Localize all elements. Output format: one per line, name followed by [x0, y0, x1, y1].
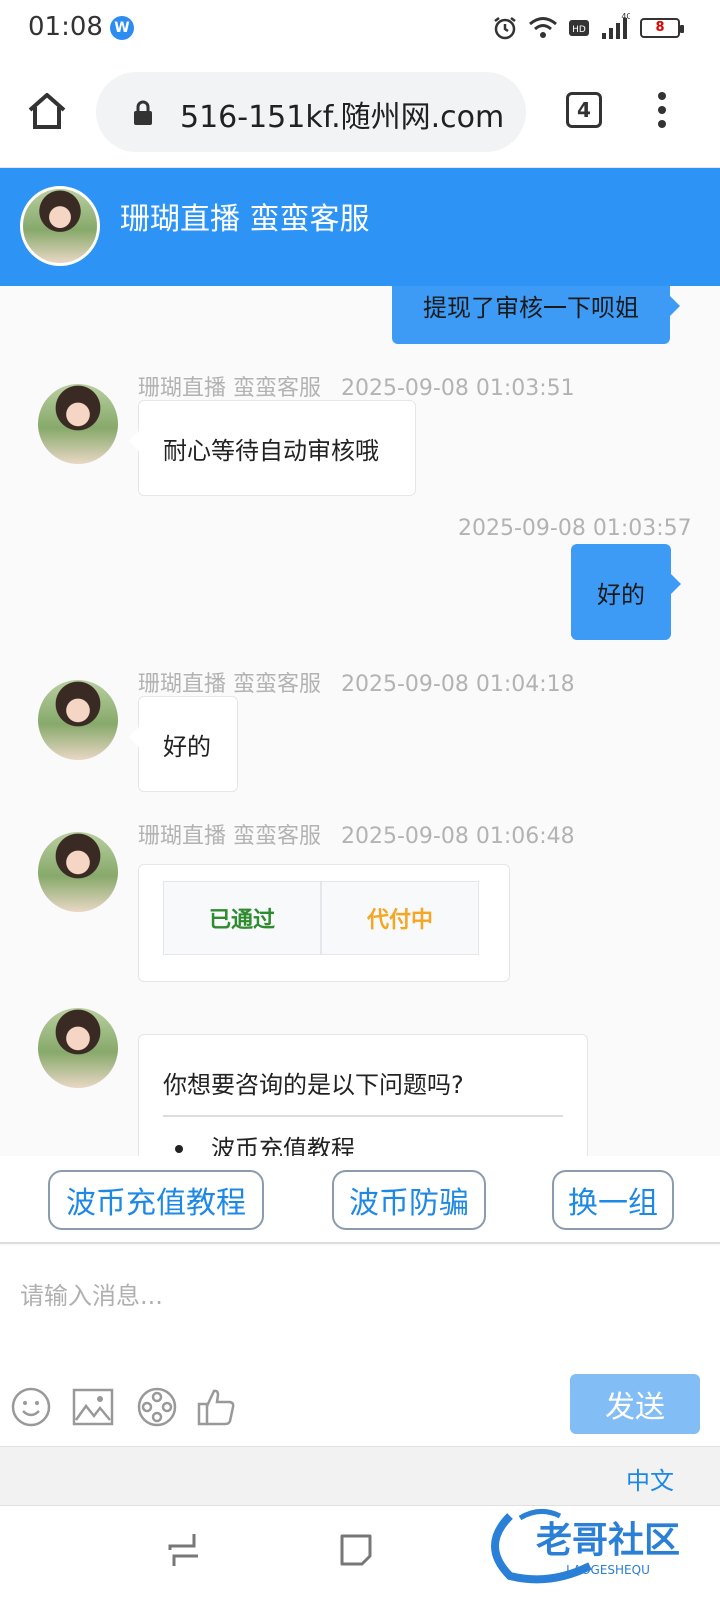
emoji-icon[interactable]: [10, 1386, 52, 1428]
sender-name: 珊瑚直播 蛮蛮客服: [138, 672, 321, 697]
status-image-message[interactable]: 已通过 代付中: [138, 864, 510, 982]
alarm-icon: [494, 17, 516, 40]
message-input[interactable]: [0, 1246, 720, 1346]
composer: 发送: [0, 1246, 720, 1446]
message-text: 耐心等待自动审核哦: [163, 436, 379, 465]
network-type: 4G: [621, 13, 630, 21]
status-bar: 01:08 W HD 4G 8: [0, 0, 720, 56]
quick-reply-bar: 波币充值教程 波币防骗 换一组: [0, 1156, 720, 1244]
incoming-message: 好的: [129, 696, 238, 792]
agent-avatar: [38, 1008, 118, 1088]
sender-name: 珊瑚直播 蛮蛮客服: [138, 824, 321, 849]
message-meta: 珊瑚直播 蛮蛮客服 2025-09-08 01:06:48: [138, 818, 575, 850]
quick-reply-change-group[interactable]: 换一组: [552, 1170, 674, 1230]
browser-toolbar: 516-151kf.随州网.com 4: [0, 56, 720, 168]
status-time: 01:08: [28, 12, 103, 42]
overview-icon[interactable]: [336, 1530, 376, 1570]
wifi-icon: [529, 17, 557, 38]
chat-title: 珊瑚直播 蛮蛮客服: [120, 202, 370, 237]
tabs-icon[interactable]: 4: [566, 92, 602, 128]
message-time: 2025-09-08 01:06:48: [341, 824, 575, 849]
chat-header: 珊瑚直播 蛮蛮客服: [0, 168, 720, 286]
url-text: 516-151kf.随州网.com: [180, 100, 505, 135]
svg-text:HD: HD: [572, 25, 586, 35]
message-time: 2025-09-08 01:03:57: [458, 516, 692, 541]
home-icon[interactable]: [26, 90, 68, 132]
image-icon[interactable]: [72, 1386, 114, 1428]
quick-reply-recharge-tutorial[interactable]: 波币充值教程: [48, 1170, 264, 1230]
message-meta: 珊瑚直播 蛮蛮客服 2025-09-08 01:04:18: [138, 666, 575, 698]
battery-icon: 8: [640, 18, 684, 38]
language-bar: 中文: [0, 1446, 720, 1506]
address-bar[interactable]: 516-151kf.随州网.com: [96, 72, 526, 152]
status-table: 已通过 代付中: [163, 881, 479, 955]
incoming-message: 耐心等待自动审核哦: [129, 400, 416, 496]
agent-avatar: [38, 680, 118, 760]
faq-item-link[interactable]: 波币充值教程: [211, 1129, 355, 1156]
message-list[interactable]: 提现了审核一下呗姐 珊瑚直播 蛮蛮客服 2025-09-08 01:03:51 耐…: [0, 286, 720, 1156]
app-root: 01:08 W HD 4G 8 516-151kf.随州网.com 4 珊瑚直播…: [0, 0, 720, 1600]
quick-reply-anti-fraud[interactable]: 波币防骗: [332, 1170, 486, 1230]
status-approved: 已通过: [208, 908, 275, 933]
faq-divider: [163, 1115, 563, 1117]
message-meta: 珊瑚直播 蛮蛮客服 2025-09-08 01:03:51: [138, 370, 575, 402]
message-text: 好的: [163, 732, 211, 761]
agent-avatar: [38, 384, 118, 464]
status-icons: HD 4G 8: [492, 10, 684, 46]
faq-message: 你想要咨询的是以下问题吗? 波币充值教程: [138, 1034, 588, 1156]
more-icon[interactable]: [650, 90, 674, 130]
outgoing-message: 好的: [571, 544, 681, 640]
app-notification-icon: W: [110, 16, 134, 40]
video-icon[interactable]: [136, 1386, 178, 1428]
message-time: 2025-09-08 01:04:18: [341, 672, 575, 697]
message-text: 提现了审核一下呗姐: [423, 293, 639, 322]
thumbs-up-icon[interactable]: [196, 1386, 238, 1428]
send-button[interactable]: 发送: [570, 1374, 700, 1434]
agent-avatar: [38, 832, 118, 912]
language-switch[interactable]: 中文: [626, 1461, 674, 1496]
agent-avatar: [20, 186, 100, 266]
message-text: 好的: [597, 580, 645, 609]
status-pending: 代付中: [320, 882, 478, 954]
recents-icon[interactable]: [164, 1530, 204, 1570]
hd-icon: HD: [569, 20, 589, 36]
watermark-text: 老哥社区: [536, 1520, 680, 1561]
system-nav-bar: 老哥社区 LAOGESHEQU: [0, 1506, 720, 1600]
faq-bullet: [175, 1145, 183, 1153]
faq-title: 你想要咨询的是以下问题吗?: [163, 1071, 464, 1099]
signal-icon: 4G: [602, 13, 630, 39]
message-time: 2025-09-08 01:03:51: [341, 376, 575, 401]
watermark-subtext: LAOGESHEQU: [566, 1563, 650, 1577]
lock-icon: [134, 100, 152, 125]
watermark-logo: 老哥社区 LAOGESHEQU: [491, 1509, 680, 1584]
outgoing-message: 提现了审核一下呗姐: [392, 286, 680, 344]
sender-name: 珊瑚直播 蛮蛮客服: [138, 376, 321, 401]
